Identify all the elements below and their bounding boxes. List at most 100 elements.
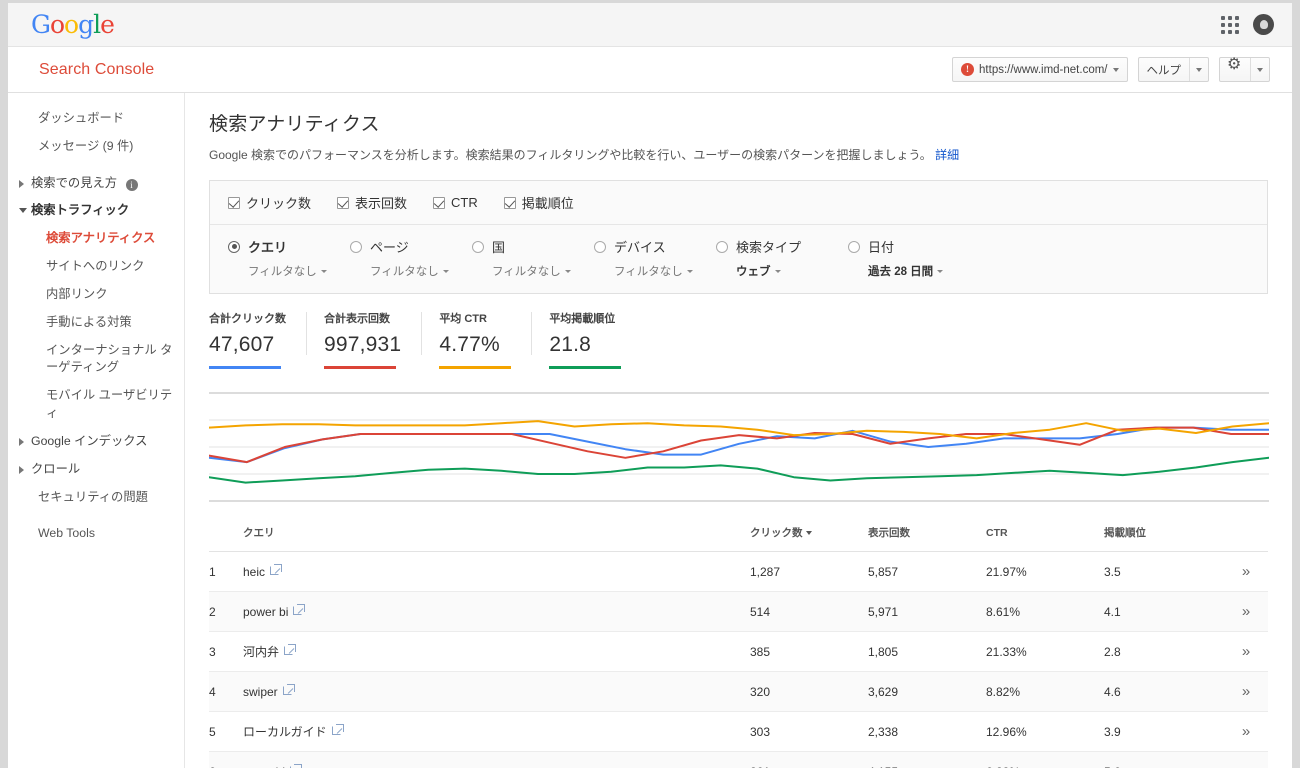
row-expand-cell[interactable]: » (1222, 591, 1268, 632)
sidebar-item-internal-links[interactable]: 内部リンク (8, 281, 184, 309)
table-row[interactable]: 6powerbi 2614,1556.28%5.6 » (209, 751, 1268, 768)
metric-total-clicks[interactable]: 合計クリック数 47,607 (209, 310, 306, 369)
dimension-header[interactable]: 日付 (848, 237, 980, 256)
apps-grid-icon[interactable] (1221, 15, 1239, 34)
table-row[interactable]: 2 power bi 514 5,971 8.61% 4.1 » (209, 591, 1268, 632)
col-header-query[interactable]: クエリ (243, 525, 750, 552)
table-row[interactable]: 4 swiper 320 3,629 8.82% 4.6 » (209, 671, 1268, 712)
col-header-position[interactable]: 掲載順位 (1104, 525, 1222, 552)
sidebar-item-security-issues[interactable]: セキュリティの問題 (8, 484, 184, 512)
row-index: 2 (209, 591, 243, 632)
chevron-down-icon (937, 269, 944, 273)
metric-value: 47,607 (209, 333, 275, 356)
queries-table: クエリ クリック数 表示回数 CTR 掲載順位 1 heic 1,287 5,857 2… (209, 525, 1268, 768)
dimension-filter-device[interactable]: フィルタなし (594, 263, 716, 279)
sidebar-item-web-tools[interactable]: Web Tools (8, 520, 184, 548)
sidebar-item-messages[interactable]: メッセージ (9 件) (8, 133, 184, 161)
sidebar-item-dashboard[interactable]: ダッシュボード (8, 105, 184, 133)
dimension-header[interactable]: 検索タイプ (716, 237, 848, 256)
property-url: https://www.imd-net.com/ (979, 63, 1108, 76)
dimension-query: クエリ フィルタなし (228, 237, 350, 279)
metric-value: 997,931 (324, 333, 402, 356)
checkbox-clicks[interactable]: クリック数 (228, 193, 311, 212)
dimension-header[interactable]: デバイス (594, 237, 716, 256)
metric-label: 平均掲載順位 (549, 313, 616, 325)
expand-row-icon[interactable]: » (1242, 763, 1250, 768)
metric-total-impressions[interactable]: 合計表示回数 997,931 (306, 310, 421, 369)
dimension-header[interactable]: ページ (350, 237, 472, 256)
sidebar-item-international-targeting[interactable]: インターナショナル ターゲティング (8, 337, 184, 383)
dimension-header[interactable]: 国 (472, 237, 594, 256)
checkbox-ctr[interactable]: CTR (433, 195, 478, 210)
account-avatar-icon[interactable] (1253, 14, 1274, 35)
product-title[interactable]: Search Console (39, 61, 154, 79)
sidebar-item-search-analytics[interactable]: 検索アナリティクス (8, 225, 184, 253)
google-logo[interactable]: Google (31, 12, 115, 37)
row-clicks: 1,287 (750, 551, 868, 592)
metric-average-ctr[interactable]: 平均 CTR 4.77% (421, 310, 531, 369)
row-clicks: 320 (750, 671, 868, 712)
sidebar-group-search-traffic[interactable]: 検索トラフィック (8, 197, 184, 225)
external-link-icon[interactable] (270, 563, 283, 575)
page-body: ダッシュボード メッセージ (9 件) 検索での見え方 i 検索トラフィック 検… (8, 93, 1292, 768)
checkbox-label: 表示回数 (355, 196, 408, 211)
sidebar-group-google-index[interactable]: Google インデックス (8, 428, 184, 456)
dimension-filter-country[interactable]: フィルタなし (472, 263, 594, 279)
sidebar-item-mobile-usability[interactable]: モバイル ユーザビリティ (8, 382, 184, 428)
settings-button[interactable] (1219, 54, 1270, 82)
row-expand-cell[interactable]: » (1222, 551, 1268, 592)
row-query-cell: heic (243, 551, 750, 592)
external-link-icon[interactable] (284, 644, 297, 655)
col-header-ctr[interactable]: CTR (986, 525, 1104, 552)
sidebar-item-manual-actions[interactable]: 手動による対策 (8, 309, 184, 337)
sidebar-item-label: サイトへのリンク (46, 259, 145, 274)
row-clicks: 261 (750, 751, 868, 768)
external-link-icon[interactable] (293, 603, 306, 615)
sidebar-group-search-appearance[interactable]: 検索での見え方 i (8, 170, 184, 198)
property-selector[interactable]: ! https://www.imd-net.com/ (952, 57, 1128, 82)
expand-row-icon[interactable]: » (1242, 723, 1250, 740)
chevron-down-icon (686, 269, 693, 273)
sidebar-item-links-to-site[interactable]: サイトへのリンク (8, 253, 184, 281)
dimension-filter-value: フィルタなし (370, 266, 439, 278)
dimension-filter-value: フィルタなし (492, 266, 561, 278)
dimension-filter-query[interactable]: フィルタなし (228, 263, 350, 279)
expand-row-icon[interactable]: » (1242, 563, 1250, 580)
dimension-filter-search-type[interactable]: ウェブ (716, 263, 848, 279)
dimension-date: 日付 過去 28 日間 (848, 237, 980, 279)
table-row[interactable]: 1 heic 1,287 5,857 21.97% 3.5 » (209, 551, 1268, 592)
row-index: 3 (209, 631, 243, 672)
dimension-filter-page[interactable]: フィルタなし (350, 263, 472, 279)
expand-row-icon[interactable]: » (1242, 643, 1250, 660)
expand-row-icon[interactable]: » (1242, 603, 1250, 620)
checkbox-position[interactable]: 掲載順位 (503, 193, 574, 212)
row-ctr: 21.97% (986, 551, 1104, 592)
sidebar-group-crawl[interactable]: クロール (8, 456, 184, 484)
checkbox-impressions[interactable]: 表示回数 (337, 193, 407, 212)
external-link-icon[interactable] (282, 683, 295, 695)
sidebar-item-label: モバイル ユーザビリティ (46, 388, 173, 421)
row-expand-cell[interactable]: » (1222, 711, 1268, 752)
sidebar-item-label: メッセージ (9 件) (38, 138, 134, 153)
table-row[interactable]: 5 ローカルガイド 303 2,338 12.96% 3.9 » (209, 711, 1268, 752)
col-header-clicks[interactable]: クリック数 (750, 525, 868, 552)
sidebar-item-label: 手動による対策 (46, 314, 132, 329)
row-expand-cell[interactable]: » (1222, 751, 1268, 768)
dimension-filter-date[interactable]: 過去 28 日間 (848, 263, 980, 279)
external-link-icon[interactable] (331, 724, 344, 735)
row-position: 4.6 (1104, 671, 1222, 712)
row-query-text: heic (243, 564, 266, 579)
learn-more-link[interactable]: 詳細 (935, 148, 959, 162)
dimension-header[interactable]: クエリ (228, 237, 350, 256)
row-expand-cell[interactable]: » (1222, 631, 1268, 672)
performance-chart[interactable] (209, 387, 1269, 507)
col-header-impressions[interactable]: 表示回数 (868, 525, 986, 552)
header-actions: ! https://www.imd-net.com/ ヘルプ (952, 54, 1270, 82)
info-icon[interactable]: i (125, 178, 138, 191)
row-expand-cell[interactable]: » (1222, 671, 1268, 712)
dimension-label: デバイス (614, 240, 666, 255)
help-button[interactable]: ヘルプ (1137, 57, 1209, 82)
expand-row-icon[interactable]: » (1242, 683, 1250, 700)
metric-average-position[interactable]: 平均掲載順位 21.8 (531, 310, 641, 369)
table-row[interactable]: 3 河内弁 385 1,805 21.33% 2.8 » (209, 631, 1268, 672)
